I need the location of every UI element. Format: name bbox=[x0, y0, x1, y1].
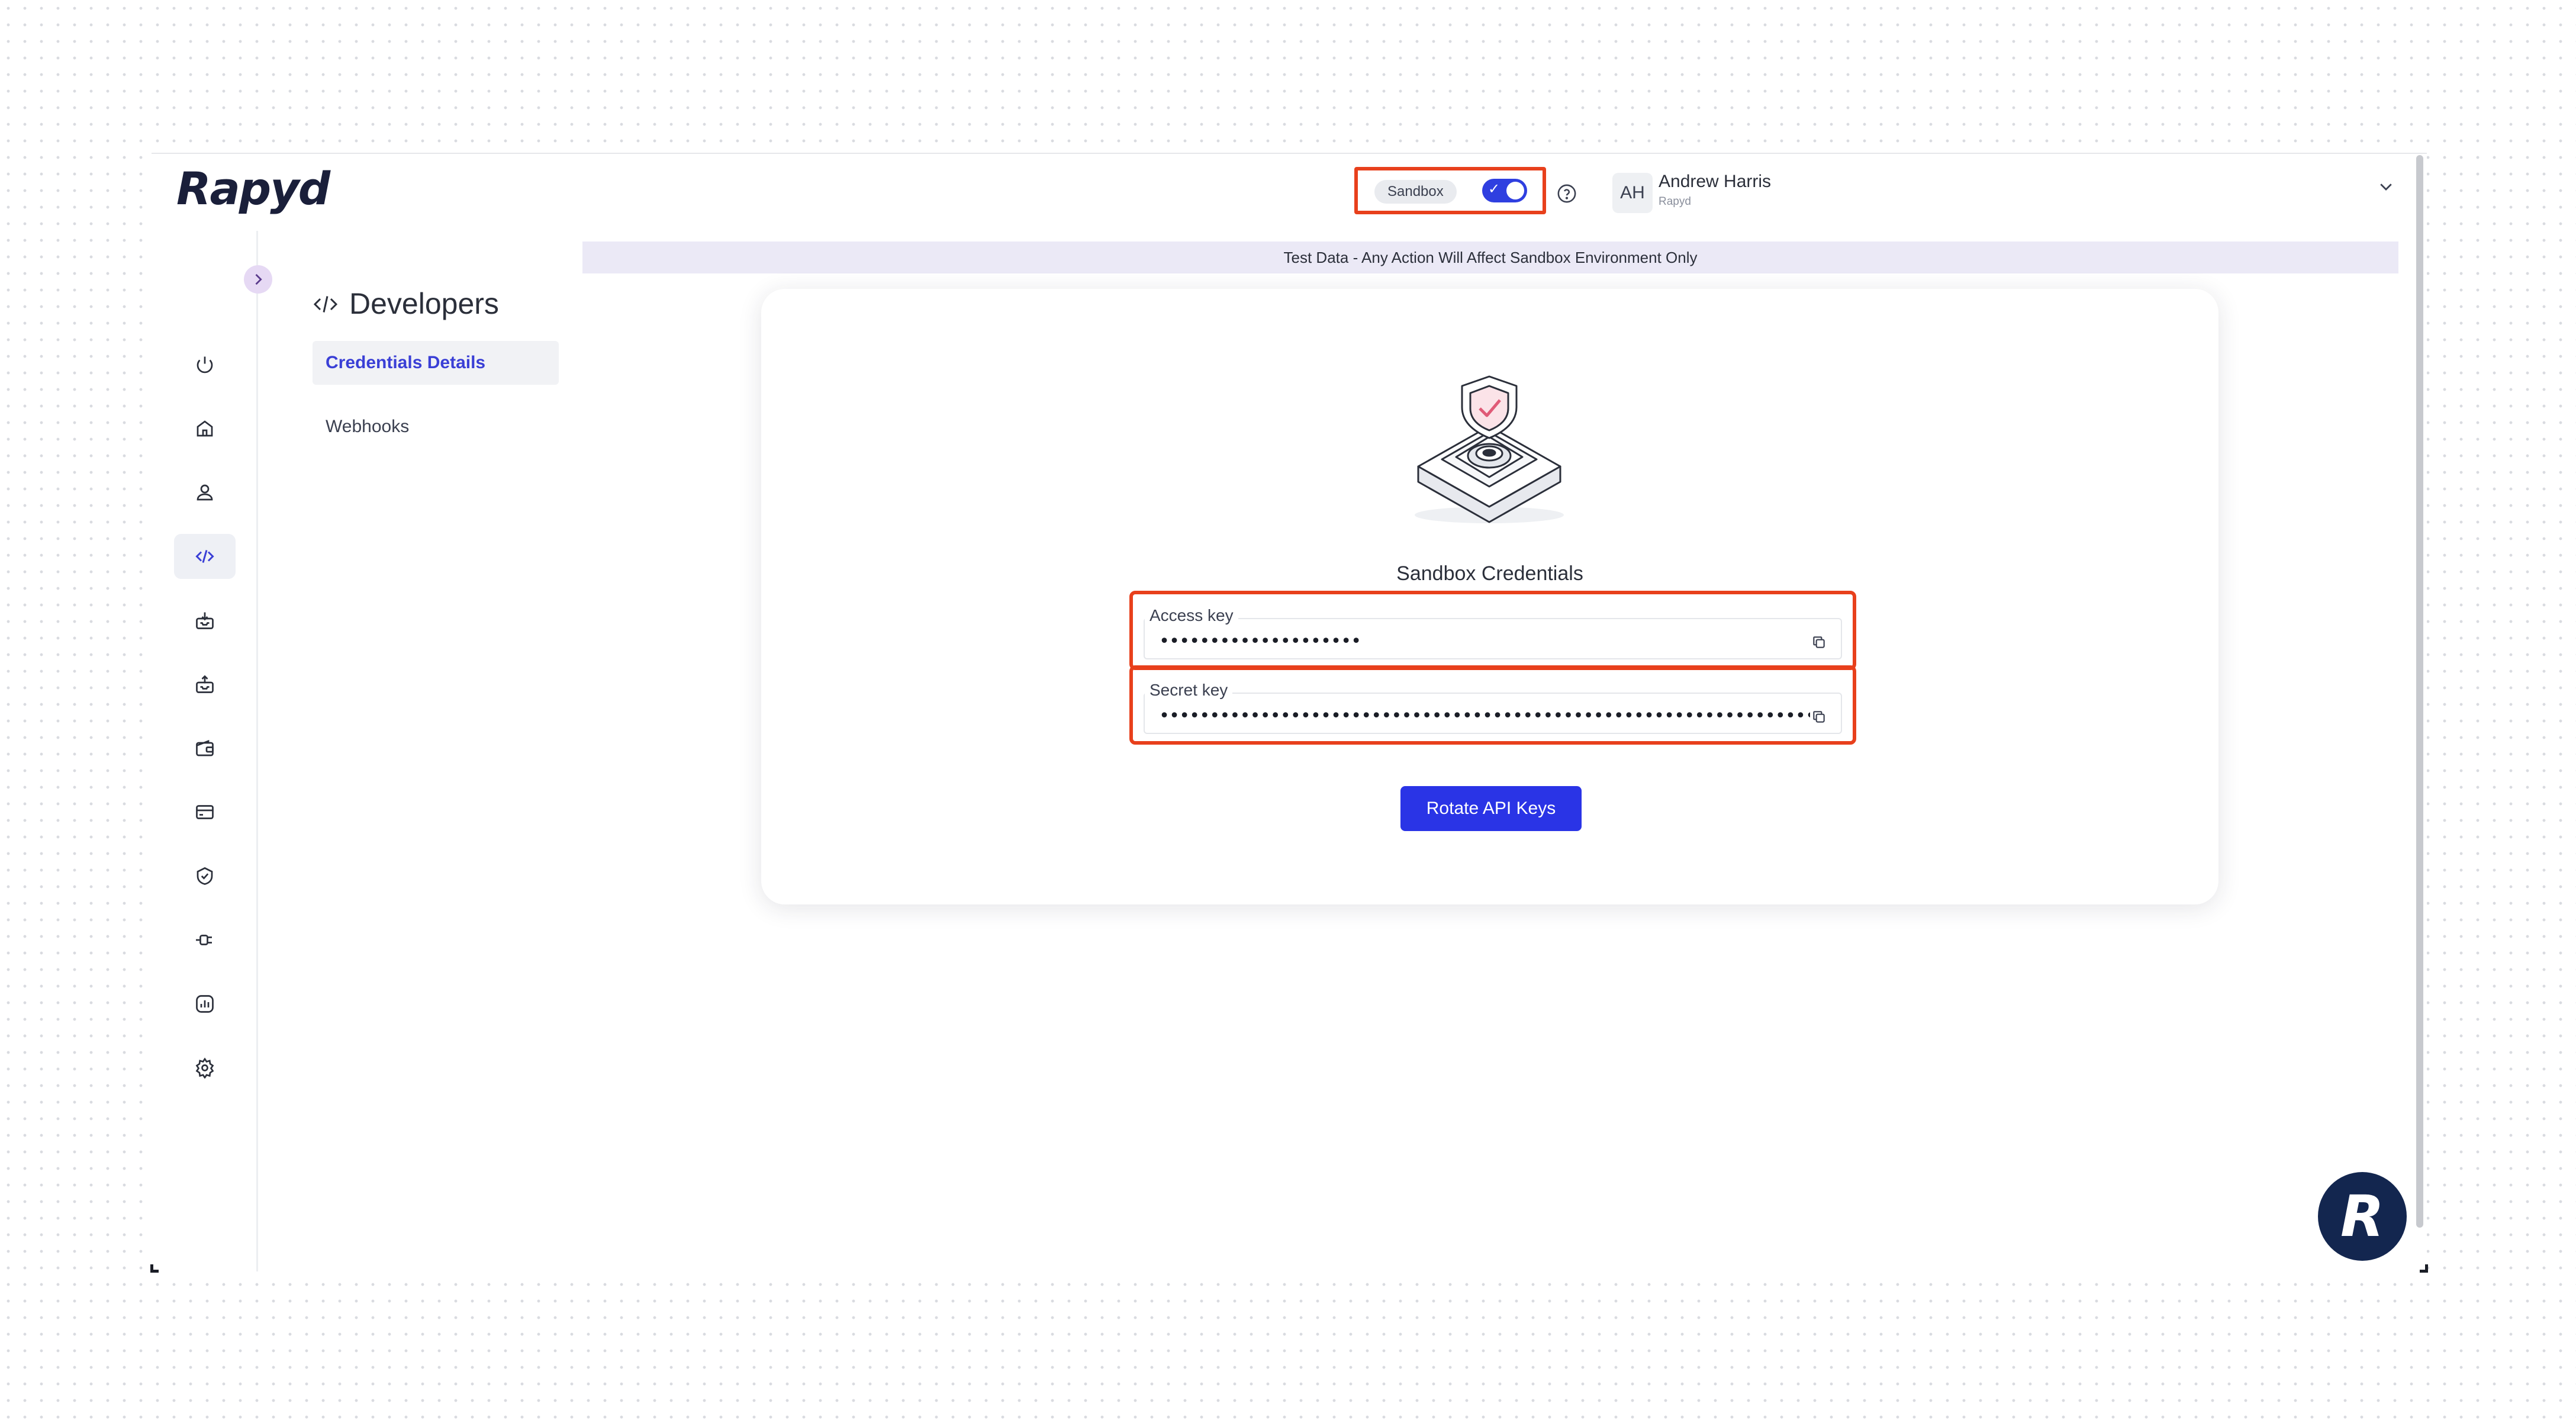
left-rail bbox=[152, 231, 258, 1271]
card-icon bbox=[196, 805, 214, 819]
secure-key-illustration-icon bbox=[1415, 375, 1564, 523]
inbox-upload-icon bbox=[196, 675, 214, 693]
access-key-label: Access key bbox=[1145, 606, 1238, 625]
credentials-card: Sandbox Credentials ••••••••••••••••••••… bbox=[761, 289, 2218, 904]
subnav-item-webhooks[interactable]: Webhooks bbox=[313, 405, 559, 449]
rail-item-disburse[interactable] bbox=[174, 662, 236, 707]
scrollbar[interactable] bbox=[2416, 155, 2423, 1228]
toggle-knob bbox=[1506, 182, 1524, 199]
copy-icon[interactable] bbox=[1811, 635, 1827, 650]
user-name[interactable]: Andrew Harris bbox=[1659, 172, 1771, 192]
home-icon bbox=[197, 420, 213, 437]
environment-switcher: Sandbox ✓ bbox=[1354, 167, 1546, 214]
rapyd-assistant-button[interactable]: R bbox=[2318, 1172, 2407, 1261]
code-icon bbox=[313, 296, 338, 313]
rapyd-logo[interactable]: Rapyd bbox=[176, 162, 330, 215]
rail-item-home[interactable] bbox=[174, 406, 236, 451]
environment-badge: Sandbox bbox=[1374, 180, 1457, 204]
page-title: Developers bbox=[349, 287, 499, 320]
rail-item-developers[interactable] bbox=[174, 534, 236, 579]
sandbox-toggle[interactable]: ✓ bbox=[1482, 179, 1527, 202]
check-icon: ✓ bbox=[1488, 181, 1500, 197]
rail-item-collect[interactable] bbox=[174, 598, 236, 643]
card-title: Sandbox Credentials bbox=[1396, 562, 1583, 585]
report-icon bbox=[196, 995, 214, 1013]
access-key-highlight: •••••••••••••••••••• Access key bbox=[1129, 591, 1856, 670]
rail-item-user[interactable] bbox=[174, 470, 236, 515]
user-org: Rapyd bbox=[1659, 195, 1691, 208]
wallet-icon bbox=[196, 740, 214, 756]
app-window: Rapyd Sandbox ✓ AH Andrew Harris Rapyd T… bbox=[152, 153, 2427, 1271]
inbox-download-icon bbox=[196, 612, 214, 629]
power-icon bbox=[197, 356, 213, 374]
window-corner-mark bbox=[2420, 1264, 2428, 1273]
window-corner-mark bbox=[150, 1264, 159, 1273]
settings-icon bbox=[195, 1057, 214, 1078]
rail-item-power[interactable] bbox=[174, 342, 236, 387]
rail-item-cards[interactable] bbox=[174, 790, 236, 835]
rail-item-settings[interactable] bbox=[174, 1045, 236, 1090]
rail-item-integrations[interactable] bbox=[174, 917, 236, 962]
rail-item-wallet[interactable] bbox=[174, 726, 236, 771]
top-bar: Rapyd Sandbox ✓ AH Andrew Harris Rapyd bbox=[152, 154, 2427, 231]
sandbox-banner: Test Data - Any Action Will Affect Sandb… bbox=[582, 242, 2398, 273]
chevron-down-icon[interactable] bbox=[2377, 178, 2395, 195]
help-icon[interactable] bbox=[1557, 183, 1577, 204]
shield-check-icon bbox=[197, 867, 213, 885]
access-key-value: •••••••••••••••••••• bbox=[1159, 631, 1361, 652]
avatar[interactable]: AH bbox=[1612, 173, 1653, 213]
secret-key-field[interactable]: ••••••••••••••••••••••••••••••••••••••••… bbox=[1144, 693, 1842, 734]
plug-icon bbox=[196, 935, 212, 945]
code-icon bbox=[195, 550, 214, 563]
access-key-field[interactable]: •••••••••••••••••••• bbox=[1144, 618, 1842, 659]
subnav-item-credentials-details[interactable]: Credentials Details bbox=[313, 341, 559, 385]
secret-key-value: ••••••••••••••••••••••••••••••••••••••••… bbox=[1159, 706, 1810, 726]
rotate-api-keys-button[interactable]: Rotate API Keys bbox=[1400, 786, 1582, 831]
secret-key-label: Secret key bbox=[1145, 681, 1233, 700]
user-icon bbox=[197, 484, 213, 501]
copy-icon[interactable] bbox=[1811, 709, 1827, 725]
expand-rail-button[interactable] bbox=[244, 265, 272, 294]
chevron-right-icon bbox=[255, 273, 262, 285]
rail-item-protect[interactable] bbox=[174, 854, 236, 899]
rail-item-reports[interactable] bbox=[174, 981, 236, 1026]
secret-key-highlight: ••••••••••••••••••••••••••••••••••••••••… bbox=[1129, 665, 1856, 745]
